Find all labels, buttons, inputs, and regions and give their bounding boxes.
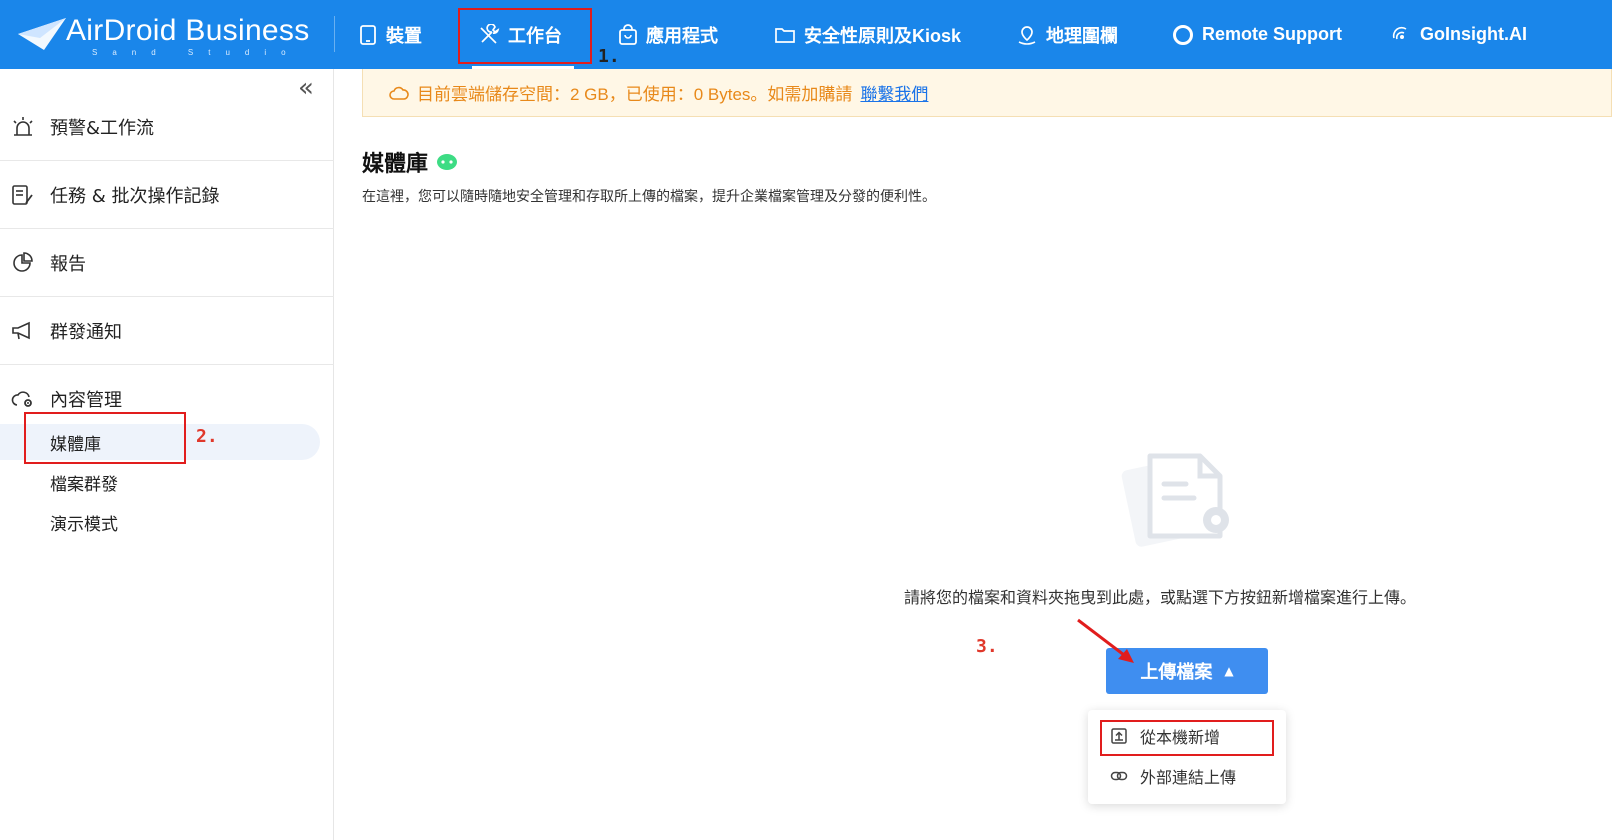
upload-box-icon: [1111, 728, 1127, 744]
annotation-arrow-icon: [1077, 618, 1134, 663]
top-navigation-bar: AirDroid Business Sand Studio 裝置 工作台 應用程…: [0, 0, 1612, 69]
android-icon: [437, 154, 458, 170]
link-icon: [1110, 771, 1128, 781]
caret-up-icon: ▲: [1224, 664, 1234, 678]
sidebar-subitem-media-library[interactable]: 媒體庫: [0, 424, 320, 460]
nav-geofence[interactable]: 地理圍欄: [1016, 0, 1118, 69]
nav-label: 裝置: [386, 25, 422, 46]
empty-state-text: 請將您的檔案和資料夾拖曳到此處，或點選下方按鈕新增檔案進行上傳。: [904, 588, 1417, 607]
nav-label: GoInsight.AI: [1420, 24, 1527, 44]
task-log-icon: [12, 184, 33, 205]
storage-notice-banner: 目前雲端儲存空間：2 GB，已使用：0 Bytes。如需加購請 聯繫我們: [362, 69, 1612, 117]
paper-plane-logo-icon: [18, 18, 66, 50]
sidebar: « 預警&工作流 任務 & 批次操作記錄 報告 群發通知 內容管理 媒體庫 檔案…: [0, 69, 334, 840]
cloud-icon: [389, 86, 409, 100]
step-label-3: 3.: [976, 636, 998, 657]
sidebar-item-task-log[interactable]: 任務 & 批次操作記錄: [0, 161, 334, 229]
tools-icon: [480, 23, 500, 44]
page-title: 媒體庫: [362, 146, 458, 178]
page-description: 在這裡，您可以隨時隨地安全管理和存取所上傳的檔案，提升企業檔案管理及分發的便利性…: [362, 189, 936, 205]
sidebar-subitem-file-broadcast[interactable]: 檔案群發: [0, 464, 320, 500]
brand-subtitle: Sand Studio: [92, 48, 301, 57]
shopping-bag-icon: [619, 23, 637, 45]
sidebar-item-label: 任務 & 批次操作記錄: [50, 185, 220, 207]
sidebar-item-content-management[interactable]: 內容管理: [0, 365, 334, 433]
nav-label: 工作台: [508, 25, 562, 46]
upload-button-label: 上傳檔案: [1140, 662, 1213, 683]
document-gear-icon: [1121, 453, 1229, 547]
nav-remote-support[interactable]: Remote Support: [1172, 0, 1342, 69]
lifebuoy-icon: [1173, 24, 1193, 45]
nav-label: Remote Support: [1202, 24, 1343, 44]
nav-workbench[interactable]: 工作台: [472, 0, 574, 69]
storage-notice-text: 目前雲端儲存空間：2 GB，已使用：0 Bytes。如需加購請: [417, 85, 853, 104]
menu-item-external-link[interactable]: 外部連結上傳: [1088, 756, 1286, 796]
nav-apps[interactable]: 應用程式: [618, 0, 718, 69]
sidebar-item-label: 報告: [50, 253, 86, 275]
upload-dropdown-menu: 從本機新增 外部連結上傳: [1088, 710, 1286, 804]
tablet-icon: [360, 24, 376, 45]
nav-goinsight[interactable]: GoInsight.AI: [1390, 0, 1527, 69]
sidebar-item-label: 群發通知: [50, 321, 122, 343]
nav-label: 地理圍欄: [1046, 25, 1118, 46]
contact-us-link[interactable]: 聯繫我們: [860, 80, 928, 105]
page-title-text: 媒體庫: [362, 152, 429, 177]
cloud-gear-icon: [11, 391, 32, 407]
nav-label: 安全性原則及Kiosk: [804, 25, 962, 46]
map-pin-icon: [1018, 25, 1036, 45]
sidebar-item-label: 內容管理: [50, 390, 122, 411]
sidebar-item-label: 預警&工作流: [50, 117, 155, 139]
folder-icon: [775, 27, 795, 43]
pie-chart-icon: [13, 251, 33, 272]
ai-signal-icon: [1392, 26, 1407, 39]
nav-divider: [334, 16, 335, 52]
sidebar-item-alerts-workflow[interactable]: 預警&工作流: [0, 93, 334, 161]
menu-item-upload-local[interactable]: 從本機新增: [1088, 716, 1286, 756]
nav-label: 應用程式: [646, 25, 718, 46]
sidebar-subitem-demo-mode[interactable]: 演示模式: [0, 504, 320, 540]
sidebar-item-broadcast[interactable]: 群發通知: [0, 297, 334, 365]
menu-item-label: 從本機新增: [1140, 728, 1221, 747]
airdroid-logo[interactable]: AirDroid Business Sand Studio: [16, 12, 316, 60]
nav-policy-kiosk[interactable]: 安全性原則及Kiosk: [774, 0, 961, 69]
alarm-icon: [13, 116, 33, 136]
step-label-2: 2.: [196, 426, 218, 447]
sidebar-item-reports[interactable]: 報告: [0, 229, 334, 297]
brand-name: AirDroid Business: [66, 14, 310, 47]
step-label-1: 1.: [598, 46, 620, 67]
megaphone-icon: [12, 321, 30, 339]
menu-item-label: 外部連結上傳: [1140, 768, 1237, 787]
nav-devices[interactable]: 裝置: [358, 0, 422, 69]
